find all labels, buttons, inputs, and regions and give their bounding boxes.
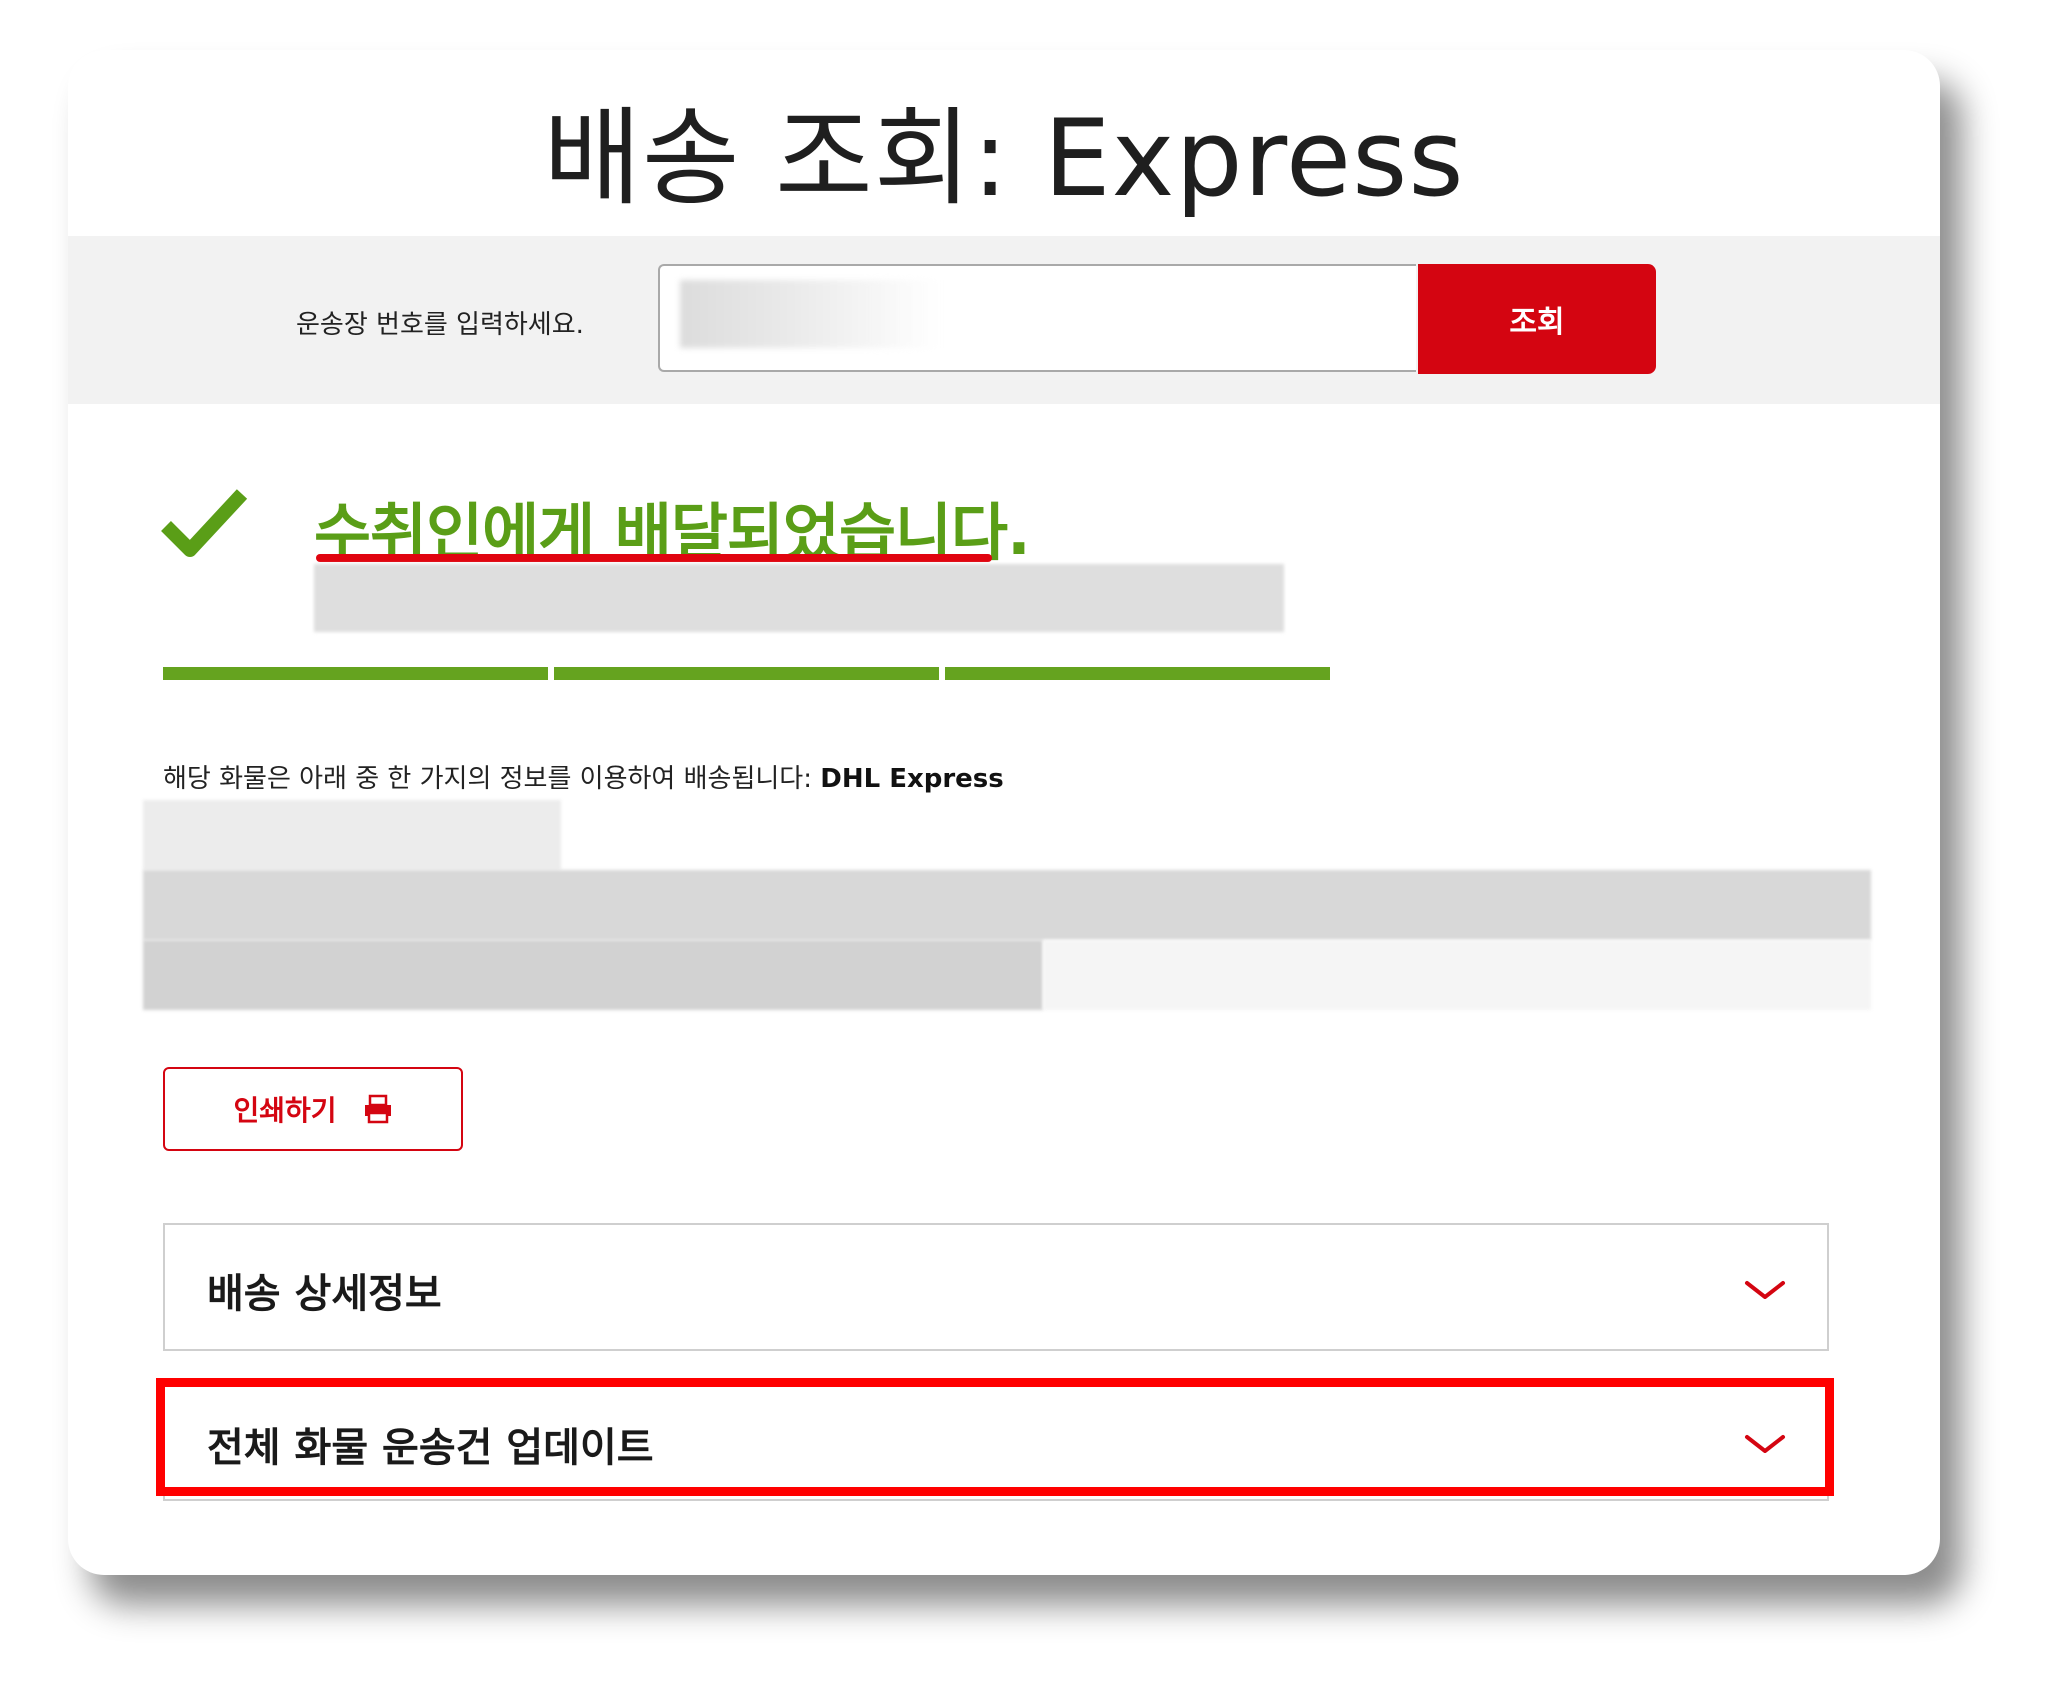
progress-segment [945, 667, 1330, 680]
shipment-details-accordion[interactable]: 배송 상세정보 [163, 1223, 1829, 1351]
all-shipment-updates-accordion[interactable]: 전체 화물 운송건 업데이트 [163, 1383, 1829, 1501]
accordion-title: 배송 상세정보 [207, 1271, 442, 1317]
checkmark-icon [161, 489, 248, 557]
progress-segment [163, 667, 548, 680]
tracking-card: 배송 조회: Express 운송장 번호를 입력하세요. 조회 수취인에게 배… [68, 50, 1940, 1575]
delivery-info-text: 해당 화물은 아래 중 한 가지의 정보를 이용하여 배송됩니다: DHL Ex… [163, 758, 1004, 795]
printer-icon [364, 1094, 391, 1124]
redacted-address-line [143, 800, 561, 870]
redacted-address-line [1043, 940, 1871, 1010]
redacted-address-line [143, 940, 1043, 1010]
search-label: 운송장 번호를 입력하세요. [296, 310, 584, 340]
search-bar: 운송장 번호를 입력하세요. 조회 [68, 236, 1940, 404]
delivery-progress-bar [163, 667, 1330, 680]
annotation-underline [316, 554, 992, 562]
progress-segment [554, 667, 939, 680]
carrier-name: DHL Express [820, 764, 1004, 794]
search-button[interactable]: 조회 [1418, 264, 1656, 374]
print-label: 인쇄하기 [233, 1094, 337, 1127]
page-title: 배송 조회: Express [543, 97, 1465, 220]
accordion-title: 전체 화물 운송건 업데이트 [207, 1425, 654, 1471]
chevron-down-icon [1745, 1435, 1785, 1453]
delivery-info-label: 해당 화물은 아래 중 한 가지의 정보를 이용하여 배송됩니다: [163, 764, 821, 794]
redacted-tracking-number [680, 280, 940, 348]
redacted-status-detail [314, 564, 1284, 632]
redacted-address-line [143, 870, 1871, 940]
chevron-down-icon [1745, 1281, 1785, 1299]
print-button[interactable]: 인쇄하기 [163, 1067, 463, 1151]
